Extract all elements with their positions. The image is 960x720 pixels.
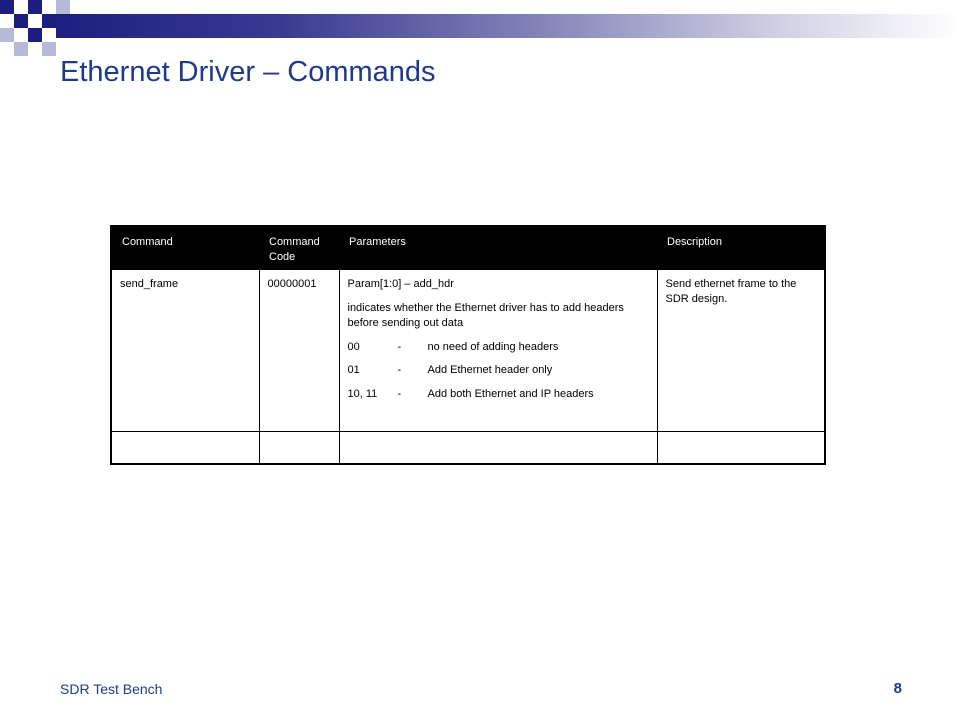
cell-description: Send ethernet frame to the SDR design. — [656, 269, 826, 432]
decor-square — [28, 28, 42, 42]
param-description: indicates whether the Ethernet driver ha… — [347, 301, 624, 329]
option-text: Add both Ethernet and IP headers — [427, 388, 594, 401]
decor-square — [28, 0, 42, 14]
option-dash: - — [397, 364, 402, 377]
option-code: 10, 11 — [347, 388, 378, 401]
cell-code: 00000001 — [258, 269, 340, 432]
option-code: 01 — [347, 364, 360, 377]
header-parameters: Parameters — [339, 226, 657, 270]
decor-square — [0, 28, 14, 42]
empty-cell — [258, 431, 340, 465]
decor-square — [0, 0, 14, 14]
decor-square — [42, 14, 56, 28]
header-description: Description — [657, 226, 825, 270]
table-header-row: Command Command Code Parameters Descript… — [111, 226, 825, 270]
decor-square — [14, 14, 28, 28]
slide-title: Ethernet Driver – Commands — [60, 56, 436, 88]
decor-square — [42, 42, 56, 56]
footer-title: SDR Test Bench — [60, 681, 163, 697]
param-option: 10, 11 - Add both Ethernet and IP headers — [348, 387, 651, 402]
decor-square — [56, 0, 70, 14]
commands-table: Command Command Code Parameters Descript… — [110, 225, 826, 465]
option-dash: - — [397, 388, 402, 401]
page-number: 8 — [893, 680, 902, 697]
table-row-empty — [110, 431, 826, 465]
option-dash: - — [397, 340, 402, 353]
option-text: no need of adding headers — [427, 340, 559, 353]
header-gradient-bar — [56, 14, 960, 38]
decor-square — [14, 42, 28, 56]
empty-cell — [656, 431, 826, 465]
table-row: send_frame 00000001 Param[1:0] – add_hdr… — [110, 269, 826, 432]
param-name: Param[1:0] – add_hdr — [347, 278, 454, 290]
header-command: Command — [111, 226, 259, 270]
param-option: 00 - no need of adding headers — [348, 340, 651, 355]
option-text: Add Ethernet header only — [427, 364, 553, 377]
empty-cell — [110, 431, 260, 465]
param-option: 01 - Add Ethernet header only — [348, 363, 651, 378]
header-command-code: Command Code — [259, 226, 339, 270]
cell-command: send_frame — [110, 269, 260, 432]
empty-cell — [338, 431, 658, 465]
cell-parameters: Param[1:0] – add_hdr indicates whether t… — [338, 269, 658, 432]
option-code: 00 — [347, 340, 360, 353]
